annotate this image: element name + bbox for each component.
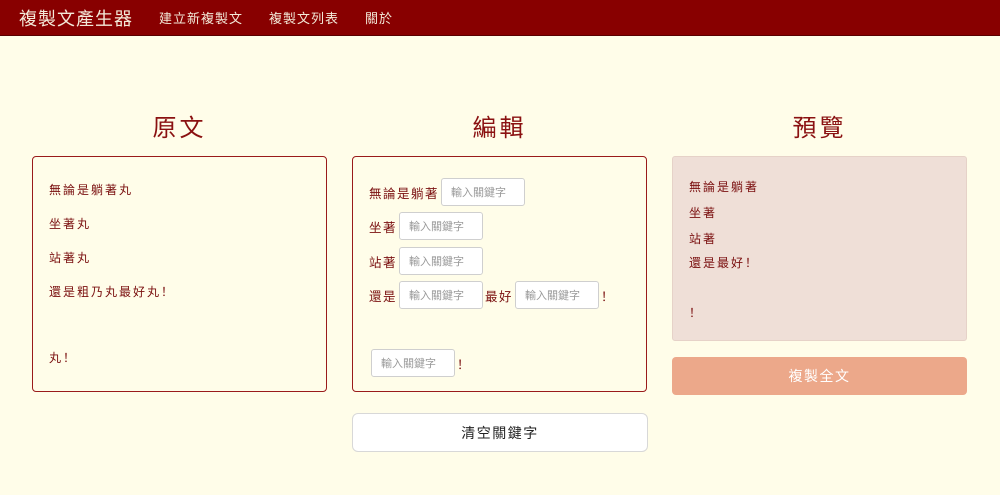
edit-row: 站著	[369, 247, 485, 275]
original-line: 無論是躺著丸	[49, 183, 134, 197]
edit-row: 坐著	[369, 212, 485, 240]
edit-box: 無論是躺著 坐著 站著 還是 最好 ！ ！	[352, 156, 647, 392]
original-line: 丸！	[49, 351, 78, 365]
keyword-input[interactable]	[515, 281, 600, 309]
edit-text: 還是	[369, 288, 398, 304]
nav-link-list[interactable]: 複製文列表	[269, 8, 339, 27]
edit-row: 還是 最好 ！	[369, 281, 615, 309]
preview-line: 站著	[689, 232, 718, 246]
preview-line: 還是最好！	[689, 256, 760, 270]
edit-text: ！	[457, 356, 472, 372]
edit-text: ！	[601, 288, 616, 304]
original-line: 還是粗乃丸最好丸！	[49, 285, 176, 299]
preview-line: 坐著	[689, 206, 718, 220]
nav-link-create[interactable]: 建立新複製文	[159, 8, 243, 27]
original-line: 坐著丸	[49, 217, 92, 231]
original-text-box: 無論是躺著丸 坐著丸 站著丸 還是粗乃丸最好丸！ 丸！	[32, 156, 327, 392]
navbar: 複製文產生器 建立新複製文 複製文列表 關於	[0, 0, 1000, 36]
nav-link-about[interactable]: 關於	[365, 8, 393, 27]
preview-line: 無論是躺著	[689, 180, 760, 194]
keyword-input[interactable]	[441, 178, 526, 206]
copy-all-button[interactable]: 複製全文	[672, 357, 967, 395]
edit-text: 最好	[485, 288, 514, 304]
keyword-input[interactable]	[399, 247, 484, 275]
original-line: 站著丸	[49, 251, 92, 265]
edit-row: 無論是躺著	[369, 178, 527, 206]
preview-line: ！	[689, 306, 704, 320]
keyword-input[interactable]	[399, 281, 484, 309]
clear-keywords-button[interactable]: 清空關鍵字	[352, 413, 648, 452]
edit-text: 坐著	[369, 219, 398, 235]
edit-text: 無論是躺著	[369, 185, 440, 201]
edit-title: 編輯	[472, 114, 527, 142]
keyword-input[interactable]	[399, 212, 484, 240]
keyword-input[interactable]	[371, 349, 455, 377]
brand-link[interactable]: 複製文產生器	[19, 5, 133, 31]
edit-row: ！	[369, 349, 471, 377]
original-title: 原文	[152, 114, 207, 142]
preview-title: 預覽	[792, 114, 847, 142]
preview-box: 無論是躺著 坐著 站著 還是最好！ ！	[672, 156, 967, 341]
edit-text: 站著	[369, 254, 398, 270]
